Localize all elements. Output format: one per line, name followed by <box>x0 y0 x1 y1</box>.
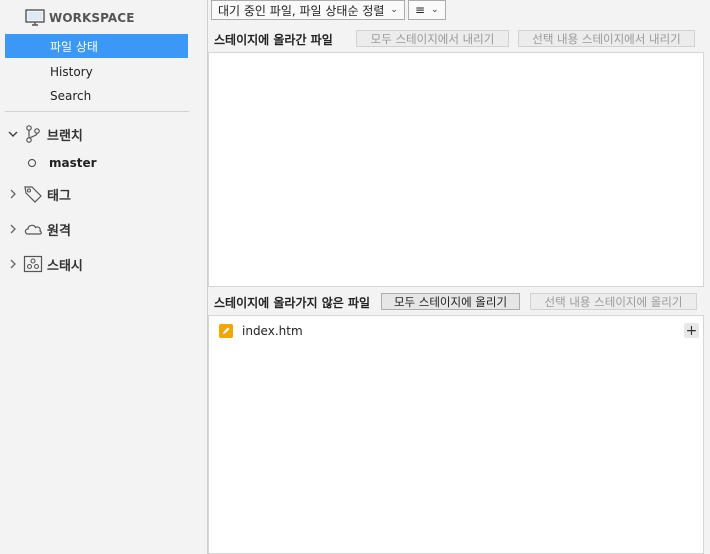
section-tags[interactable]: 태그 <box>7 183 71 205</box>
staged-title: 스테이지에 올라간 파일 <box>214 32 333 47</box>
modified-pencil-icon <box>219 324 233 338</box>
stage-all-label: 모두 스테이지에 올리기 <box>393 294 508 309</box>
chevron-down-icon[interactable] <box>7 128 19 140</box>
branch-dot-icon <box>28 159 36 167</box>
sort-dropdown-label: 대기 중인 파일, 파일 상태순 정렬 <box>218 3 385 18</box>
chevron-right-icon[interactable] <box>7 223 19 235</box>
nav-search[interactable]: Search <box>5 84 188 108</box>
nav-file-status-label: 파일 상태 <box>50 39 98 54</box>
section-branches[interactable]: 브랜치 <box>7 123 83 145</box>
staged-file-list[interactable] <box>208 52 704 287</box>
view-mode-dropdown[interactable]: ≡ ⌄ <box>407 0 446 20</box>
unstage-all-button[interactable]: 모두 스테이지에서 내리기 <box>356 30 509 47</box>
nav-search-label: Search <box>50 89 92 103</box>
chevron-right-icon[interactable] <box>7 258 19 270</box>
branch-item-master[interactable]: master <box>28 154 97 172</box>
chevron-down-icon: ⌄ <box>431 5 439 15</box>
unstaged-file-list[interactable]: index.htm + <box>208 315 704 554</box>
stage-selected-button[interactable]: 선택 내용 스테이지에 올리기 <box>530 293 697 310</box>
sidebar-divider <box>5 111 189 112</box>
section-remotes[interactable]: 원격 <box>7 218 71 240</box>
staged-header: 스테이지에 올라간 파일 모두 스테이지에서 내리기 선택 내용 스테이지에서 … <box>208 27 710 51</box>
file-row[interactable]: index.htm + <box>219 322 699 340</box>
main-panel: 대기 중인 파일, 파일 상태순 정렬 ⌄ ≡ ⌄ 스테이지에 올라간 파일 모… <box>207 0 710 554</box>
toolbar: 대기 중인 파일, 파일 상태순 정렬 ⌄ ≡ ⌄ <box>211 0 446 20</box>
tag-icon <box>23 184 43 204</box>
branch-name: master <box>49 156 97 170</box>
stash-icon <box>23 254 43 274</box>
sort-dropdown[interactable]: 대기 중인 파일, 파일 상태순 정렬 ⌄ <box>211 0 405 20</box>
branch-icon <box>23 124 43 144</box>
unstage-selected-button[interactable]: 선택 내용 스테이지에서 내리기 <box>518 30 695 47</box>
chevron-down-icon: ⌄ <box>390 5 398 15</box>
section-remotes-label: 원격 <box>47 223 71 239</box>
workspace-label: WORKSPACE <box>49 11 135 25</box>
section-stashes-label: 스태시 <box>47 258 83 274</box>
file-name: index.htm <box>242 324 303 338</box>
list-view-icon: ≡ <box>414 3 426 17</box>
sidebar: WORKSPACE 파일 상태 History Search 브랜치 maste… <box>0 0 196 554</box>
stage-selected-label: 선택 내용 스테이지에 올리기 <box>544 294 683 309</box>
stage-all-button[interactable]: 모두 스테이지에 올리기 <box>381 293 520 310</box>
section-stashes[interactable]: 스태시 <box>7 253 83 275</box>
cloud-icon <box>23 219 43 239</box>
unstaged-header: 스테이지에 올라가지 않은 파일 모두 스테이지에 올리기 선택 내용 스테이지… <box>208 290 710 314</box>
unstaged-title: 스테이지에 올라가지 않은 파일 <box>214 295 371 310</box>
section-tags-label: 태그 <box>47 188 71 204</box>
unstage-selected-label: 선택 내용 스테이지에서 내리기 <box>532 31 681 46</box>
chevron-right-icon[interactable] <box>7 188 19 200</box>
nav-history-label: History <box>50 65 93 79</box>
workspace-header: WORKSPACE <box>25 7 135 29</box>
unstage-all-label: 모두 스테이지에서 내리기 <box>370 31 495 46</box>
nav-file-status[interactable]: 파일 상태 <box>5 34 188 58</box>
monitor-icon <box>25 9 45 26</box>
stage-file-plus-icon[interactable]: + <box>684 323 699 339</box>
nav-history[interactable]: History <box>5 60 188 84</box>
section-branches-label: 브랜치 <box>47 128 83 144</box>
